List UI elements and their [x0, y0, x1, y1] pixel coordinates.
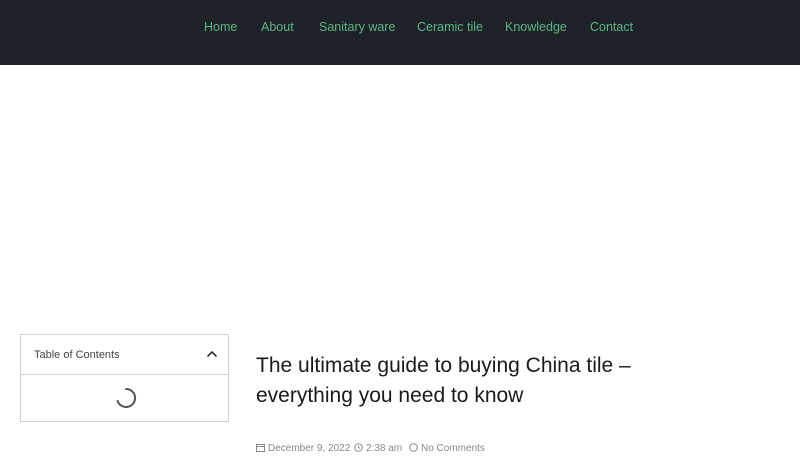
table-of-contents: Table of Contents — [20, 334, 229, 422]
post-date-text: December 9, 2022 — [268, 443, 351, 454]
main-nav: Home About Sanitary ware Ceramic tile Kn… — [0, 19, 800, 37]
post-time-text: 2:38 am — [366, 443, 403, 454]
calendar-icon — [256, 444, 265, 452]
nav-contact[interactable]: Contact — [590, 19, 633, 35]
comment-icon — [409, 443, 418, 452]
clock-icon — [354, 443, 363, 452]
post-time: 2:38 am — [354, 443, 402, 454]
nav-knowledge[interactable]: Knowledge — [505, 19, 567, 35]
toc-body — [21, 375, 228, 421]
post-comments-text: No Comments — [421, 443, 485, 454]
site-header: Home About Sanitary ware Ceramic tile Kn… — [0, 0, 800, 65]
chevron-up-icon[interactable] — [205, 347, 219, 361]
nav-home[interactable]: Home — [204, 19, 237, 35]
spinner-icon — [115, 387, 137, 409]
post-meta: December 9, 2022 2:38 am No Comments — [256, 443, 556, 459]
toc-header[interactable]: Table of Contents — [21, 335, 228, 375]
nav-about[interactable]: About — [261, 19, 294, 35]
post-comments[interactable]: No Comments — [409, 443, 485, 454]
post-title: The ultimate guide to buying China tile … — [256, 354, 631, 407]
nav-sanitary-ware[interactable]: Sanitary ware — [319, 19, 395, 35]
nav-ceramic-tile[interactable]: Ceramic tile — [417, 19, 483, 35]
toc-title: Table of Contents — [34, 349, 120, 361]
post-date: December 9, 2022 — [256, 443, 350, 454]
